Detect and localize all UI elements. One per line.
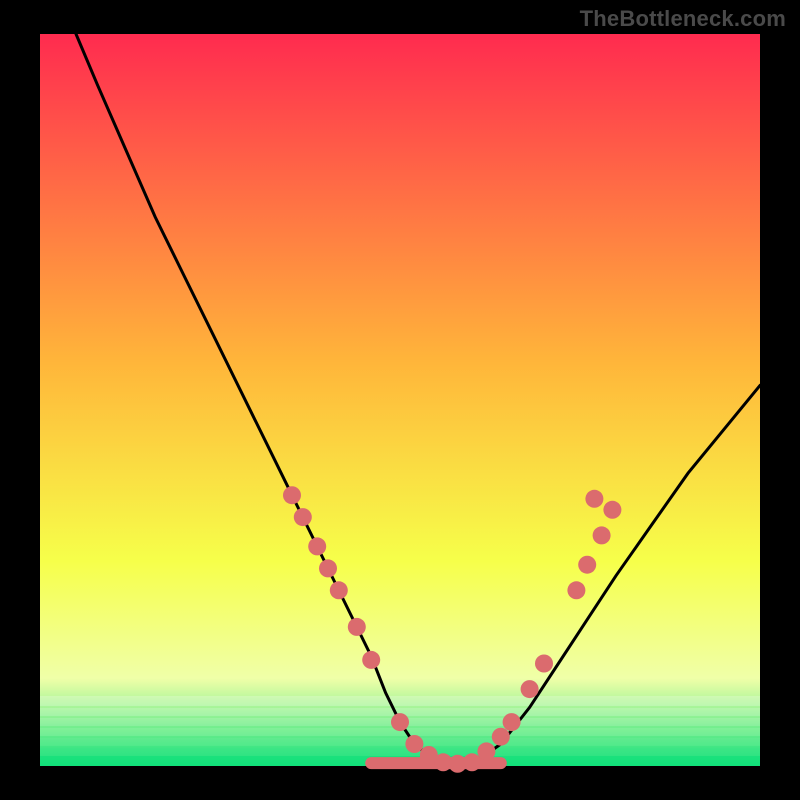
- marker-right-outlier: [585, 490, 603, 508]
- marker-left-cluster: [308, 537, 326, 555]
- marker-right-cluster: [477, 742, 495, 760]
- watermark-text: TheBottleneck.com: [580, 6, 786, 32]
- marker-left-cluster: [319, 559, 337, 577]
- bottleneck-chart: [0, 0, 800, 800]
- marker-trough: [391, 713, 409, 731]
- marker-trough: [463, 753, 481, 771]
- marker-left-cluster: [348, 618, 366, 636]
- marker-left-cluster: [294, 508, 312, 526]
- marker-right-cluster: [535, 655, 553, 673]
- chart-stage: TheBottleneck.com: [0, 0, 800, 800]
- marker-right-cluster: [521, 680, 539, 698]
- marker-right-cluster: [603, 501, 621, 519]
- marker-left-cluster: [330, 581, 348, 599]
- marker-left-cluster: [283, 486, 301, 504]
- marker-right-cluster: [503, 713, 521, 731]
- marker-right-cluster: [578, 556, 596, 574]
- marker-right-cluster: [593, 526, 611, 544]
- marker-left-cluster: [362, 651, 380, 669]
- plot-area: [40, 34, 760, 766]
- marker-right-cluster: [492, 728, 510, 746]
- band-stripe: [40, 738, 760, 746]
- marker-right-cluster: [567, 581, 585, 599]
- marker-trough: [405, 735, 423, 753]
- band-stripe: [40, 748, 760, 756]
- band-stripe: [40, 696, 760, 706]
